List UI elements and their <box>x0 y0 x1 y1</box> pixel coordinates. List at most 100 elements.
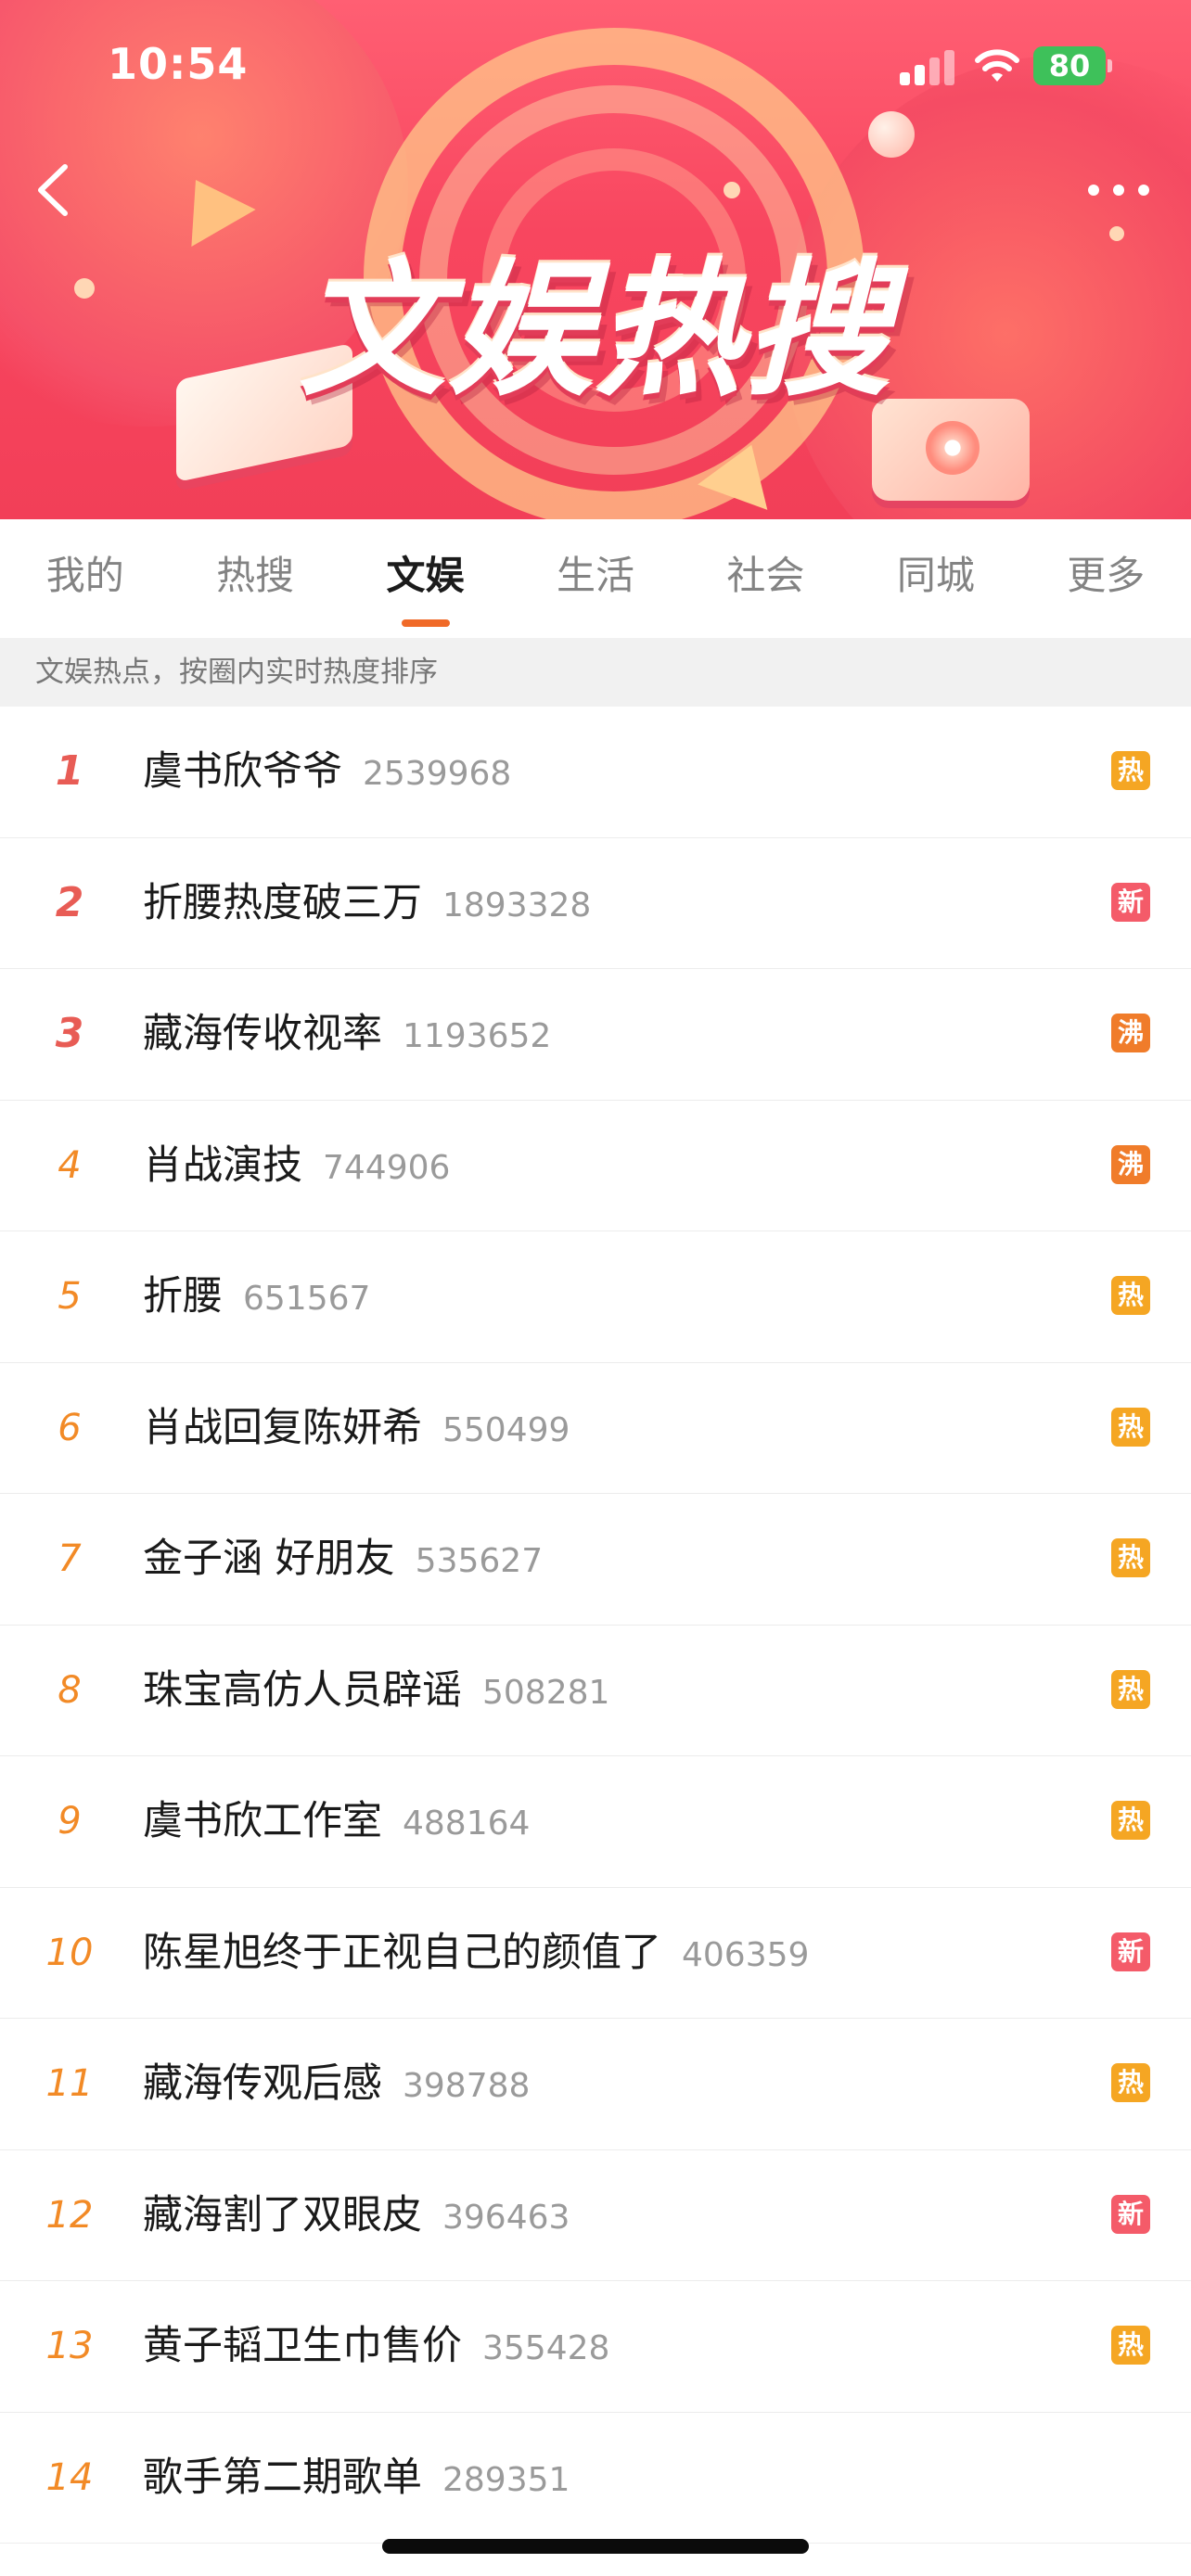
heat-count: 508281 <box>482 1673 610 1712</box>
trending-list: 1 虞书欣爷爷 2539968 热 2 折腰热度破三万 1893328 新 3 藏海… <box>0 707 1191 2544</box>
topic-title: 折腰热度破三万 1893328 <box>143 838 591 971</box>
tab-mine[interactable]: 我的 <box>0 519 170 638</box>
cellular-signal-icon <box>900 50 955 85</box>
list-item[interactable]: 8 珠宝高仿人员辟谣 508281 热 <box>0 1626 1191 1758</box>
rank-number: 3 <box>55 1010 84 1057</box>
rank-number: 10 <box>45 1931 94 1974</box>
planet-illustration <box>868 111 915 158</box>
rank-number: 4 <box>58 1143 82 1187</box>
rank-number: 14 <box>45 2455 94 2499</box>
topic-title: 金子涵 好朋友 535627 <box>143 1494 543 1626</box>
topic-title-text: 藏海割了双眼皮 <box>143 2191 422 2238</box>
category-tabs: 我的 热搜 文娱 生活 社会 同城 更多 <box>0 519 1191 638</box>
new-badge: 新 <box>1111 1932 1150 1971</box>
banner-decoration <box>724 182 740 198</box>
topic-title: 藏海传收视率 1193652 <box>143 969 551 1102</box>
tab-local[interactable]: 同城 <box>851 519 1020 638</box>
battery-indicator: 80 <box>1033 46 1112 85</box>
topic-title-text: 陈星旭终于正视自己的颜值了 <box>143 1929 661 1976</box>
topic-title-text: 虞书欣爷爷 <box>143 748 342 795</box>
topic-title-text: 歌手第二期歌单 <box>143 2454 422 2501</box>
topic-title-text: 肖战演技 <box>143 1141 302 1189</box>
page-title: 文娱热搜 <box>299 246 892 416</box>
hot-badge: 热 <box>1111 2326 1150 2365</box>
heat-count: 396463 <box>442 2198 570 2237</box>
list-item[interactable]: 3 藏海传收视率 1193652 沸 <box>0 969 1191 1101</box>
list-item[interactable]: 7 金子涵 好朋友 535627 热 <box>0 1494 1191 1626</box>
tab-more[interactable]: 更多 <box>1021 519 1191 638</box>
list-item[interactable]: 1 虞书欣爷爷 2539968 热 <box>0 707 1191 838</box>
rank-number: 8 <box>58 1668 82 1712</box>
hot-badge: 热 <box>1111 1538 1150 1577</box>
hot-badge: 热 <box>1111 1669 1150 1709</box>
header-banner: 文娱热搜 10:54 80 <box>0 0 1191 519</box>
hot-badge: 热 <box>1111 751 1150 790</box>
heat-count: 2539968 <box>363 755 512 793</box>
hot-badge: 热 <box>1111 2063 1150 2102</box>
topic-title: 肖战演技 744906 <box>143 1101 450 1233</box>
rank-number: 11 <box>45 2062 94 2105</box>
hot-badge: 热 <box>1111 1276 1150 1315</box>
new-badge: 新 <box>1111 2194 1150 2234</box>
rank-number: 2 <box>55 878 84 926</box>
tab-society[interactable]: 社会 <box>681 519 851 638</box>
back-arrow-icon[interactable] <box>28 158 83 223</box>
topic-title: 陈星旭终于正视自己的颜值了 406359 <box>143 1888 809 2021</box>
tab-entertainment[interactable]: 文娱 <box>340 519 510 638</box>
list-description: 文娱热点，按圈内实时热度排序 <box>0 638 1191 707</box>
heat-count: 398788 <box>403 2067 531 2105</box>
topic-title: 黄子韬卫生巾售价 355428 <box>143 2281 609 2414</box>
topic-title: 藏海割了双眼皮 396463 <box>143 2150 570 2283</box>
tab-hot-search[interactable]: 热搜 <box>170 519 339 638</box>
more-options-icon[interactable] <box>1082 167 1156 213</box>
wifi-icon <box>975 49 1019 82</box>
topic-title-text: 折腰 <box>143 1273 223 1320</box>
list-item[interactable]: 2 折腰热度破三万 1893328 新 <box>0 838 1191 971</box>
heat-count: 550499 <box>442 1410 570 1449</box>
heat-count: 744906 <box>323 1148 451 1187</box>
boiling-badge: 沸 <box>1111 1144 1150 1184</box>
heat-count: 355428 <box>482 2329 610 2367</box>
topic-title: 虞书欣爷爷 2539968 <box>143 707 511 839</box>
heat-count: 1893328 <box>442 886 592 925</box>
heat-count: 1193652 <box>403 1017 552 1055</box>
topic-title: 藏海传观后感 398788 <box>143 2019 530 2151</box>
list-item[interactable]: 13 黄子韬卫生巾售价 355428 热 <box>0 2281 1191 2413</box>
rank-number: 5 <box>58 1275 82 1318</box>
list-item[interactable]: 9 虞书欣工作室 488164 热 <box>0 1756 1191 1888</box>
tab-life[interactable]: 生活 <box>510 519 680 638</box>
home-indicator[interactable] <box>382 2539 809 2554</box>
topic-title: 歌手第二期歌单 289351 <box>143 2413 570 2545</box>
rank-number: 12 <box>45 2193 94 2237</box>
list-item[interactable]: 12 藏海割了双眼皮 396463 新 <box>0 2150 1191 2283</box>
topic-title: 虞书欣工作室 488164 <box>143 1756 530 1889</box>
topic-title: 折腰 651567 <box>143 1231 370 1364</box>
list-item[interactable]: 11 藏海传观后感 398788 热 <box>0 2019 1191 2150</box>
rank-number: 1 <box>55 747 84 795</box>
heat-count: 406359 <box>682 1935 810 1974</box>
rank-number: 7 <box>58 1537 82 1580</box>
rank-number: 6 <box>58 1406 82 1449</box>
list-item[interactable]: 4 肖战演技 744906 沸 <box>0 1101 1191 1233</box>
list-item[interactable]: 5 折腰 651567 热 <box>0 1231 1191 1363</box>
status-time: 10:54 <box>108 39 249 89</box>
list-item[interactable]: 6 肖战回复陈妍希 550499 热 <box>0 1363 1191 1496</box>
heat-count: 535627 <box>415 1542 544 1580</box>
topic-title-text: 藏海传收视率 <box>143 1011 382 1057</box>
list-item[interactable]: 10 陈星旭终于正视自己的颜值了 406359 新 <box>0 1888 1191 2021</box>
new-badge: 新 <box>1111 882 1150 922</box>
topic-title-text: 折腰热度破三万 <box>143 879 422 926</box>
topic-title-text: 虞书欣工作室 <box>143 1798 382 1844</box>
hot-badge: 热 <box>1111 1801 1150 1840</box>
rank-number: 13 <box>45 2325 94 2367</box>
topic-title-text: 金子涵 好朋友 <box>143 1536 395 1582</box>
list-item[interactable]: 14 歌手第二期歌单 289351 <box>0 2413 1191 2544</box>
hot-badge: 热 <box>1111 1407 1150 1447</box>
topic-title: 肖战回复陈妍希 550499 <box>143 1363 570 1496</box>
topic-title: 珠宝高仿人员辟谣 508281 <box>143 1626 609 1758</box>
topic-title-text: 藏海传观后感 <box>143 2060 382 2107</box>
heat-count: 289351 <box>442 2460 570 2499</box>
topic-title-text: 珠宝高仿人员辟谣 <box>143 1666 462 1714</box>
topic-title-text: 肖战回复陈妍希 <box>143 1404 422 1451</box>
heat-count: 488164 <box>403 1804 531 1843</box>
